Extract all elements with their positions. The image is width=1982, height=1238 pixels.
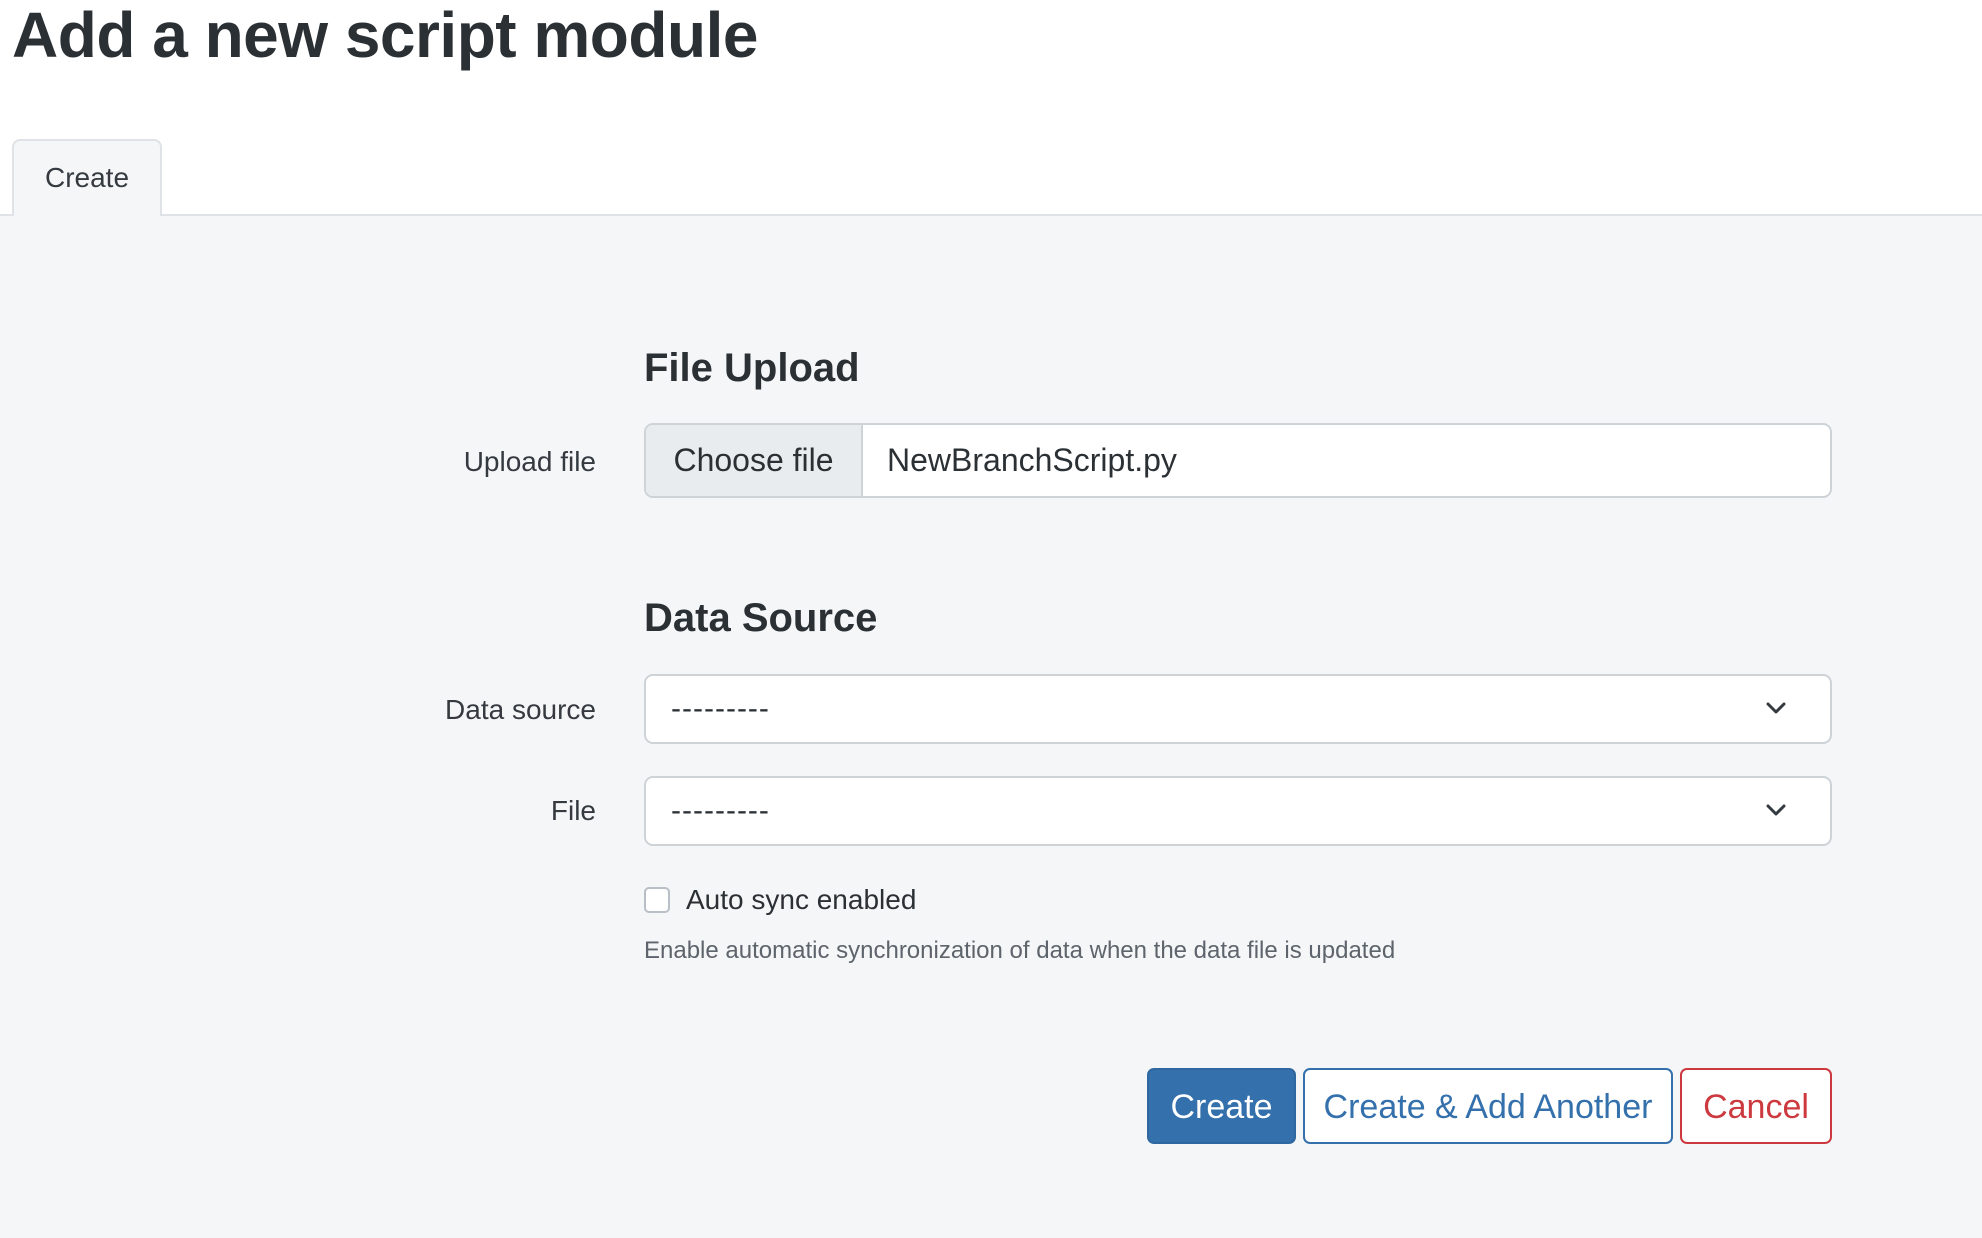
auto-sync-label[interactable]: Auto sync enabled <box>686 884 916 916</box>
auto-sync-checkbox[interactable] <box>644 887 670 913</box>
tab-active-indicator <box>14 212 160 216</box>
data-source-label: Data source <box>445 694 596 725</box>
page-header: Add a new script module Create <box>0 0 1982 216</box>
auto-sync-row: Auto sync enabled <box>644 883 916 917</box>
selected-file-name: NewBranchScript.py <box>887 442 1177 478</box>
file-upload-heading: File Upload <box>644 346 860 390</box>
cancel-button[interactable]: Cancel <box>1680 1068 1832 1144</box>
tab-create[interactable]: Create <box>12 139 162 214</box>
data-source-selected-value: --------- <box>671 692 770 725</box>
auto-sync-help-text: Enable automatic synchronization of data… <box>644 937 1396 964</box>
file-selected-value: --------- <box>671 794 770 827</box>
page-title: Add a new script module <box>12 0 758 71</box>
create-and-add-another-button[interactable]: Create & Add Another <box>1303 1068 1673 1144</box>
create-button[interactable]: Create <box>1147 1068 1296 1144</box>
choose-file-button[interactable]: Choose file <box>646 425 863 496</box>
chevron-down-icon <box>1766 702 1786 714</box>
chevron-down-icon <box>1766 804 1786 816</box>
data-source-heading: Data Source <box>644 596 878 640</box>
file-select[interactable]: --------- <box>644 776 1832 846</box>
upload-file-input[interactable]: Choose file NewBranchScript.py <box>644 423 1832 498</box>
file-label: File <box>550 795 596 826</box>
upload-file-label: Upload file <box>463 446 596 477</box>
data-source-select[interactable]: --------- <box>644 674 1832 744</box>
